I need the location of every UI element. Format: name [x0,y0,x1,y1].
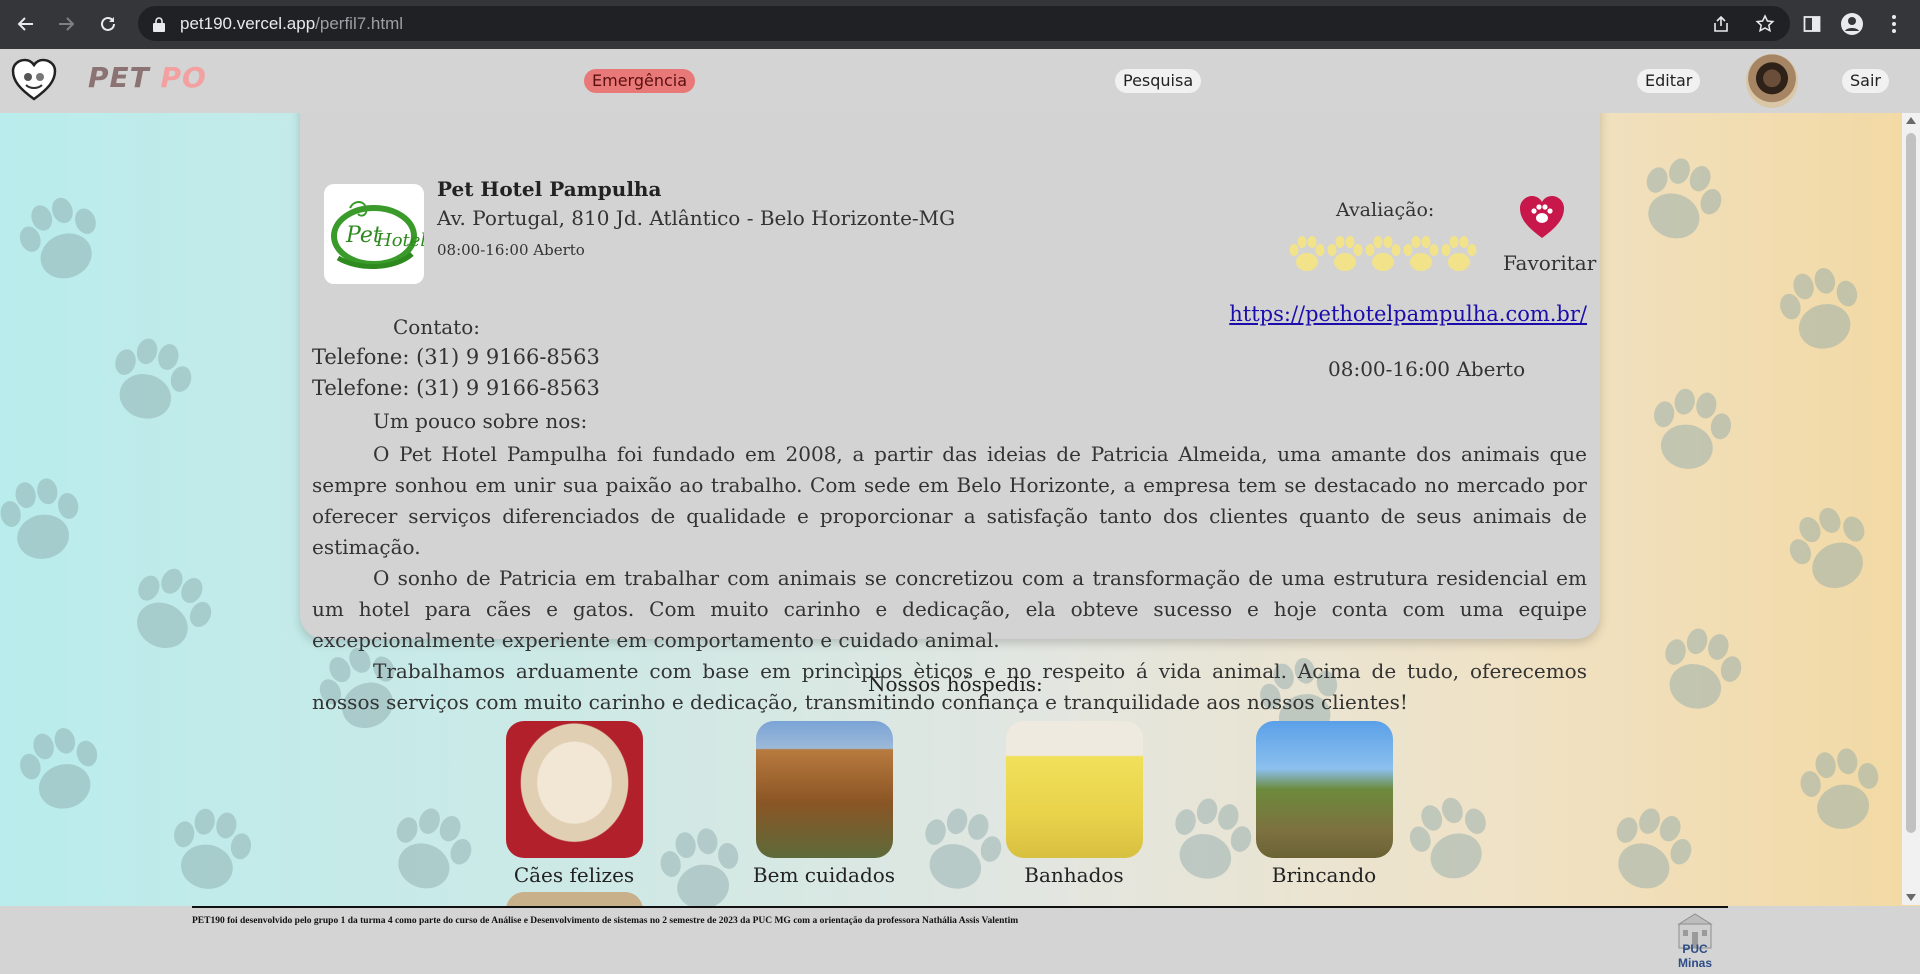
paw-star-icon[interactable] [1326,234,1364,274]
profile-card: Pet Hotel Pet Hotel Pampulha Av. Portuga… [300,99,1600,714]
back-icon[interactable] [12,10,40,38]
site-footer: PET190 foi desenvolvido pelo grupo 1 da … [0,906,1920,974]
emergency-button[interactable]: Emergência [584,69,696,93]
opening-hours: 08:00-16:00 Aberto [1328,357,1526,381]
phone-number: Telefone: (31) 9 9166-8563 [312,376,600,400]
edit-button[interactable]: Editar [1637,69,1701,93]
logout-button[interactable]: Sair [1842,69,1889,93]
about-paragraph: O Pet Hotel Pampulha foi fundado em 2008… [312,442,1587,559]
site-header: PET PO Emergência Pesquisa Editar Sair [0,49,1920,113]
user-avatar[interactable] [1746,54,1798,108]
guest-caption: Banhados [1024,863,1124,887]
guest-card[interactable]: Bem cuidados [753,721,895,887]
hotel-name: Pet Hotel Pampulha [437,177,662,201]
puc-minas-label: PUC Minas [1677,942,1712,970]
guest-card[interactable]: Brincando [1256,721,1393,887]
paw-rating[interactable] [1288,234,1478,274]
address-bar[interactable]: pet190.vercel.app/perfil7.html [138,6,1790,41]
rating-label: Avaliação: [1336,199,1435,221]
scroll-up-arrow-icon[interactable] [1906,117,1916,124]
page-scrollbar[interactable] [1902,113,1920,905]
hotel-hours-small: 08:00-16:00 Aberto [437,241,585,259]
guest-photo[interactable] [1256,721,1393,858]
menu-kebab-icon[interactable] [1880,10,1908,38]
phone-number: Telefone: (31) 9 9166-8563 [312,345,600,369]
guest-card[interactable]: Banhados [1006,721,1143,887]
share-icon[interactable] [1710,13,1732,35]
forward-icon[interactable] [52,10,80,38]
about-paragraph: O sonho de Patricia em trabalhar com ani… [312,566,1587,652]
puc-minas-logo[interactable]: PUC Minas [1665,910,1725,970]
guest-card[interactable]: Cães felizes [506,721,643,887]
hotel-logo: Pet Hotel [324,184,424,284]
contact-title: Contato: [393,315,481,339]
favorite-heart-icon[interactable] [1518,194,1566,240]
footer-credits: PET190 foi desenvolvido pelo grupo 1 da … [192,916,1019,926]
guest-caption: Bem cuidados [752,863,896,887]
guest-photo[interactable] [506,721,643,858]
guest-caption: Brincando [1271,863,1377,887]
hotel-address: Av. Portugal, 810 Jd. Atlântico - Belo H… [437,206,956,230]
bookmark-star-icon[interactable] [1754,13,1776,35]
url-text: pet190.vercel.app/perfil7.html [180,13,404,33]
guest-photo[interactable] [1006,721,1143,858]
browser-toolbar: pet190.vercel.app/perfil7.html [0,0,1920,49]
paw-star-icon[interactable] [1440,234,1478,274]
side-panel-icon[interactable] [1798,10,1826,38]
guests-title: Nossos hóspedis: [868,672,1043,696]
website-link[interactable]: https://pethotelpampulha.com.br/ [1229,302,1587,326]
profile-icon[interactable] [1838,10,1866,38]
svg-text:Hotel: Hotel [375,230,424,251]
search-button[interactable]: Pesquisa [1115,69,1202,93]
scrollbar-thumb[interactable] [1906,133,1916,833]
favorite-label[interactable]: Favoritar [1503,251,1596,275]
guest-caption: Cães felizes [513,863,635,887]
paw-star-icon[interactable] [1364,234,1402,274]
paw-star-icon[interactable] [1402,234,1440,274]
scroll-down-arrow-icon[interactable] [1906,894,1916,901]
site-logo-heart-icon[interactable] [10,57,58,103]
reload-icon[interactable] [94,10,122,38]
about-title: Um pouco sobre nos: [373,409,588,433]
site-logo-text[interactable]: PET PO [88,61,207,94]
footer-divider [192,906,1728,908]
page-viewport: PET PO Emergência Pesquisa Editar Sair P… [0,49,1920,974]
guest-photo[interactable] [756,721,893,858]
lock-icon [153,16,165,32]
paw-star-icon[interactable] [1288,234,1326,274]
